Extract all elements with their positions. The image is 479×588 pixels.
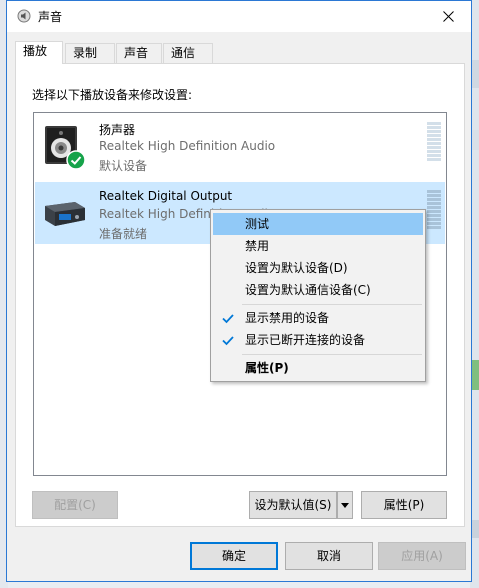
menu-separator <box>242 304 422 305</box>
device-driver: Realtek High Definition Audio <box>99 139 276 153</box>
chevron-down-icon <box>341 503 349 508</box>
menu-item-label: 设置为默认设备(D) <box>245 261 348 275</box>
apply-button[interactable]: 应用(A) <box>378 542 466 570</box>
menu-item-label: 属性(P) <box>245 361 289 375</box>
checkmark-icon <box>222 314 234 324</box>
device-name: Realtek Digital Output <box>99 189 233 203</box>
device-item-speakers[interactable]: 扬声器 Realtek High Definition Audio 默认设备 <box>35 114 445 176</box>
menu-item-set-default-device[interactable]: 设置为默认设备(D) <box>213 257 423 279</box>
ok-button[interactable]: 确定 <box>190 542 278 570</box>
cancel-button[interactable]: 取消 <box>285 542 373 570</box>
device-status: 默认设备 <box>99 159 148 173</box>
instruction-label: 选择以下播放设备来修改设置: <box>32 88 193 102</box>
checkmark-icon <box>222 336 234 346</box>
menu-item-label: 禁用 <box>245 239 270 253</box>
menu-item-test[interactable]: 测试 <box>213 213 423 235</box>
tab-recording[interactable]: 录制 <box>65 43 115 63</box>
level-meter <box>427 122 441 162</box>
set-default-button[interactable]: 设为默认值(S) <box>249 491 337 519</box>
speaker-volume-icon <box>17 9 31 23</box>
menu-item-label: 显示禁用的设备 <box>245 311 330 325</box>
level-meter <box>427 190 441 230</box>
window-title: 声音 <box>38 10 63 24</box>
menu-item-disable[interactable]: 禁用 <box>213 235 423 257</box>
tab-playback[interactable]: 播放 <box>15 41 63 64</box>
tab-sounds[interactable]: 声音 <box>116 43 162 63</box>
menu-item-label: 测试 <box>245 217 270 231</box>
tab-communications[interactable]: 通信 <box>163 43 213 63</box>
title-bar: 声音 <box>7 1 471 32</box>
close-button[interactable] <box>425 1 471 32</box>
menu-item-show-disconnected[interactable]: 显示已断开连接的设备 <box>213 329 423 351</box>
device-context-menu: 测试 禁用 设置为默认设备(D) 设置为默认通信设备(C) 显示禁用的设备 显示… <box>210 209 426 382</box>
menu-item-show-disabled[interactable]: 显示禁用的设备 <box>213 307 423 329</box>
close-icon <box>442 11 454 22</box>
device-status: 准备就绪 <box>99 227 148 241</box>
properties-button[interactable]: 属性(P) <box>361 491 447 519</box>
device-name: 扬声器 <box>99 123 136 137</box>
set-default-dropdown-button[interactable] <box>337 491 353 519</box>
default-check-icon <box>66 150 86 170</box>
menu-item-label: 设置为默认通信设备(C) <box>245 283 371 297</box>
menu-separator <box>242 354 422 355</box>
menu-item-properties[interactable]: 属性(P) <box>213 357 423 379</box>
digital-output-icon <box>45 202 85 226</box>
configure-button[interactable]: 配置(C) <box>32 491 118 519</box>
menu-item-set-default-comm-device[interactable]: 设置为默认通信设备(C) <box>213 279 423 301</box>
menu-item-label: 显示已断开连接的设备 <box>245 333 366 347</box>
